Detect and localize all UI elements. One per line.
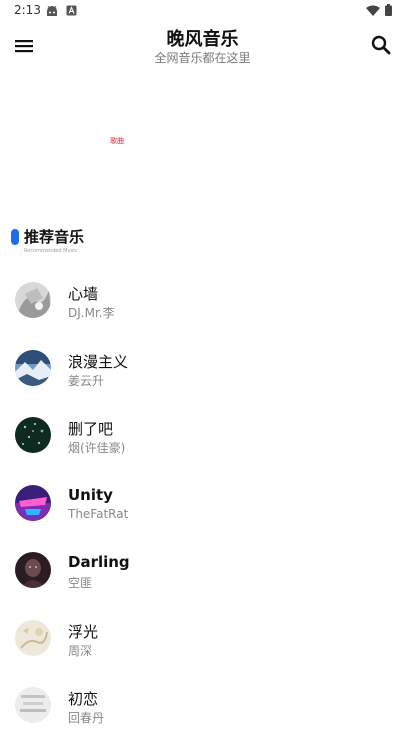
banner[interactable]: 歌曲 <box>0 72 405 217</box>
section-title: 推荐音乐 <box>24 228 85 246</box>
song-item[interactable]: 浪漫主义 姜云升 <box>0 335 405 403</box>
song-item[interactable]: 心墙 DJ.Mr.李 <box>0 267 405 335</box>
song-cover <box>15 282 51 318</box>
song-cover <box>15 484 51 521</box>
song-title: 删了吧 <box>68 420 114 438</box>
notification-a-icon <box>66 5 77 16</box>
song-item[interactable]: 初恋 回春丹 <box>0 672 405 740</box>
song-title: Darling <box>68 553 130 571</box>
search-button[interactable] <box>369 33 393 57</box>
song-item[interactable]: 删了吧 烟(许佳豪) <box>0 402 405 470</box>
song-artist: 空匪 <box>68 576 93 590</box>
song-artist: DJ.Mr.李 <box>68 306 115 320</box>
app-subtitle: 全网音乐都在这里 <box>154 51 251 65</box>
wifi-icon <box>366 5 380 16</box>
android-icon <box>47 5 57 16</box>
song-cover <box>15 417 51 453</box>
banner-tag: 歌曲 <box>110 137 124 145</box>
song-title: 初恋 <box>68 690 99 708</box>
song-artist: 周深 <box>68 643 93 658</box>
status-bar: 2:13 <box>0 0 405 22</box>
song-title: 浪漫主义 <box>68 352 129 371</box>
section-subtitle: Recommended Music <box>24 248 78 254</box>
song-cover <box>15 619 51 656</box>
song-item[interactable]: Darling 空匪 <box>0 537 405 605</box>
song-cover <box>15 552 51 588</box>
song-artist: 回春丹 <box>68 711 105 725</box>
song-item[interactable]: 浮光 周深 <box>0 605 405 673</box>
song-artist: 姜云升 <box>68 373 105 388</box>
section-accent-marker <box>11 229 19 245</box>
song-title: 浮光 <box>68 622 99 641</box>
song-item[interactable]: Unity TheFatRat <box>0 470 405 538</box>
song-artist: 烟(许佳豪) <box>68 441 126 455</box>
song-title: 心墙 <box>68 285 99 303</box>
song-cover <box>15 687 51 723</box>
song-title: Unity <box>68 485 113 504</box>
song-list: 心墙 DJ.Mr.李 浪漫主义 姜云升 删了吧 烟(许佳豪) Unity The… <box>0 267 405 740</box>
app-bar: 晚风音乐 全网音乐都在这里 <box>0 22 405 70</box>
status-time: 2:13 <box>14 3 41 17</box>
song-cover <box>15 349 51 386</box>
search-icon <box>371 35 391 55</box>
song-artist: TheFatRat <box>68 506 129 521</box>
app-title: 晚风音乐 <box>166 29 239 50</box>
battery-icon <box>385 4 392 16</box>
